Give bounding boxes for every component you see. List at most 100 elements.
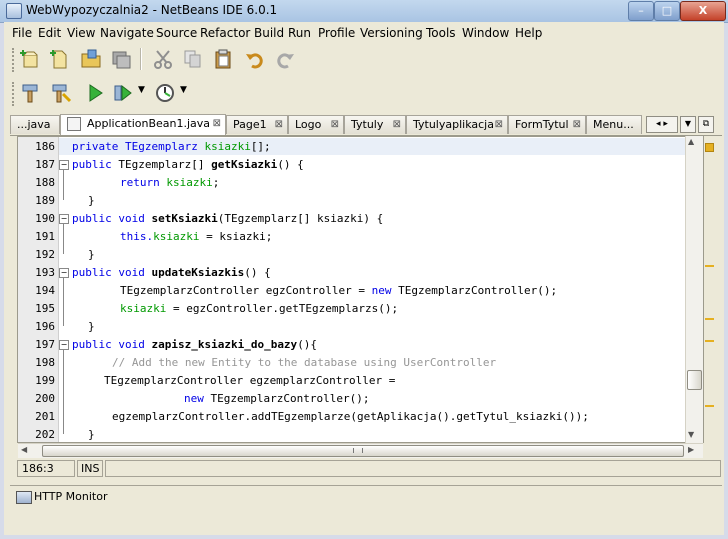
code-line: TEgzemplarzController egzemplarzControll… (104, 374, 396, 387)
vertical-scrollbar[interactable]: ▲ ▼ (685, 136, 703, 443)
restore-window-icon[interactable]: ⧉ (698, 116, 714, 133)
tab-label: Menu... (593, 118, 634, 131)
run-icon[interactable] (84, 82, 106, 104)
cut-icon[interactable] (152, 48, 174, 70)
profile-dropdown-arrow-icon[interactable]: ▼ (180, 85, 187, 95)
error-stripe-marker[interactable] (705, 265, 714, 267)
tab-label: Tytulyaplikacja (413, 118, 494, 131)
vertical-scroll-thumb[interactable] (687, 370, 702, 390)
status-message-area (105, 460, 721, 477)
code-token: () { (244, 266, 271, 279)
tab-page1[interactable]: Page1 ⊠ (226, 115, 288, 134)
tab-close-icon[interactable]: ⊠ (213, 115, 221, 133)
bottom-panel: HTTP Monitor (10, 485, 722, 508)
line-number: 192 (35, 248, 55, 261)
minimize-button[interactable]: – (628, 1, 654, 21)
maximize-button[interactable]: □ (654, 1, 680, 21)
tab-label: ApplicationBean1.java (87, 117, 211, 130)
error-stripe-marker[interactable] (705, 405, 714, 407)
menu-versioning[interactable]: Versioning (360, 26, 423, 40)
error-stripe-status-icon[interactable] (705, 143, 714, 152)
tab-close-icon[interactable]: ⊠ (573, 116, 581, 134)
menu-source[interactable]: Source (156, 26, 197, 40)
toolbar-separator (140, 48, 142, 70)
clean-build-icon[interactable] (50, 82, 72, 104)
close-button[interactable]: X (680, 1, 726, 21)
code-token: TEgzemplarz[] (118, 158, 212, 171)
window-title: WebWypozyczalnia2 - NetBeans IDE 6.0.1 (26, 3, 278, 17)
new-project-icon[interactable] (20, 48, 42, 70)
code-token: TEgzemplarzController(); (210, 392, 370, 405)
scroll-right-arrow-icon[interactable]: ▶ (688, 445, 694, 454)
title-bar[interactable]: WebWypozyczalnia2 - NetBeans IDE 6.0.1 –… (0, 0, 728, 23)
code-editor[interactable]: 186 187 188 189 190 191 192 193 194 195 … (17, 136, 704, 443)
tab-close-icon[interactable]: ⊠ (331, 116, 339, 134)
tab-tytuly[interactable]: Tytuly ⊠ (344, 115, 406, 134)
tab-close-icon[interactable]: ⊠ (393, 116, 401, 134)
save-all-icon[interactable] (110, 48, 132, 70)
fold-collapse-icon[interactable]: − (59, 214, 69, 224)
menu-edit[interactable]: Edit (38, 26, 61, 40)
fold-collapse-icon[interactable]: − (59, 268, 69, 278)
insert-mode: INS (77, 460, 103, 477)
menu-run[interactable]: Run (288, 26, 311, 40)
code-line: ksiazki = egzController.getTEgzemplarzs(… (120, 302, 398, 315)
menu-file[interactable]: File (12, 26, 32, 40)
code-line: public TEgzemplarz[] getKsiazki() { (72, 158, 304, 171)
menu-build[interactable]: Build (254, 26, 284, 40)
redo-icon[interactable] (274, 48, 296, 70)
paste-icon[interactable] (212, 48, 234, 70)
tab-tytulyaplikacja[interactable]: Tytulyaplikacja ⊠ (406, 115, 508, 134)
menu-window[interactable]: Window (462, 26, 509, 40)
horizontal-scroll-thumb[interactable] (42, 445, 684, 457)
http-monitor-tab[interactable]: HTTP Monitor (34, 490, 107, 503)
debug-dropdown-arrow-icon[interactable]: ▼ (138, 85, 145, 95)
debug-icon[interactable] (112, 82, 134, 104)
scroll-down-arrow-icon[interactable]: ▼ (688, 430, 694, 439)
open-project-icon[interactable] (80, 48, 102, 70)
build-hammer-icon[interactable] (20, 82, 42, 104)
code-token: []; (250, 140, 271, 153)
menu-profile[interactable]: Profile (318, 26, 355, 40)
code-token: this. (120, 230, 154, 243)
show-opened-documents-icon[interactable]: ▼ (680, 116, 696, 133)
line-number: 187 (35, 158, 55, 171)
tab-formtytul[interactable]: FormTytul ⊠ (508, 115, 586, 134)
menu-help[interactable]: Help (515, 26, 542, 40)
fold-collapse-icon[interactable]: − (59, 340, 69, 350)
code-token: getKsiazki (211, 158, 278, 171)
menu-refactor[interactable]: Refactor (200, 26, 250, 40)
toolbar-grip (12, 48, 17, 72)
tab-menu[interactable]: Menu... (586, 115, 642, 134)
scroll-left-arrow-icon[interactable]: ◀ (21, 445, 27, 454)
tab-java[interactable]: ...java (10, 115, 60, 134)
code-token: TEgzemplarzController egzController = (120, 284, 372, 297)
copy-icon[interactable] (182, 48, 204, 70)
editor-tab-strip: ...java ApplicationBean1.java ⊠ Page1 ⊠ L… (10, 114, 722, 136)
tab-applicationbean1[interactable]: ApplicationBean1.java ⊠ (60, 114, 226, 135)
fold-guide (63, 350, 64, 434)
fold-guide (63, 170, 64, 200)
line-number: 190 (35, 212, 55, 225)
code-token: public void (72, 212, 152, 225)
menu-view[interactable]: View (67, 26, 95, 40)
line-number: 200 (35, 392, 55, 405)
tab-close-icon[interactable]: ⊠ (495, 116, 503, 134)
line-number: 186 (35, 140, 55, 153)
new-file-icon[interactable] (48, 48, 70, 70)
code-token: zapisz_ksiazki_do_bazy (151, 338, 298, 351)
tab-logo[interactable]: Logo ⊠ (288, 115, 344, 134)
menu-navigate[interactable]: Navigate (100, 26, 154, 40)
undo-icon[interactable] (244, 48, 266, 70)
menu-tools[interactable]: Tools (426, 26, 456, 40)
profile-icon[interactable] (154, 82, 176, 104)
tab-close-icon[interactable]: ⊠ (275, 116, 283, 134)
error-stripe-marker[interactable] (705, 318, 714, 320)
error-stripe-marker[interactable] (705, 340, 714, 342)
code-token: private TEgzemplarz (72, 140, 205, 153)
fold-collapse-icon[interactable]: − (59, 160, 69, 170)
scroll-grip (353, 448, 363, 453)
scroll-up-arrow-icon[interactable]: ▲ (688, 137, 694, 146)
code-line: return ksiazki; (120, 176, 219, 189)
scroll-tabs-left-right-icon[interactable]: ◂ ▸ (646, 116, 678, 133)
